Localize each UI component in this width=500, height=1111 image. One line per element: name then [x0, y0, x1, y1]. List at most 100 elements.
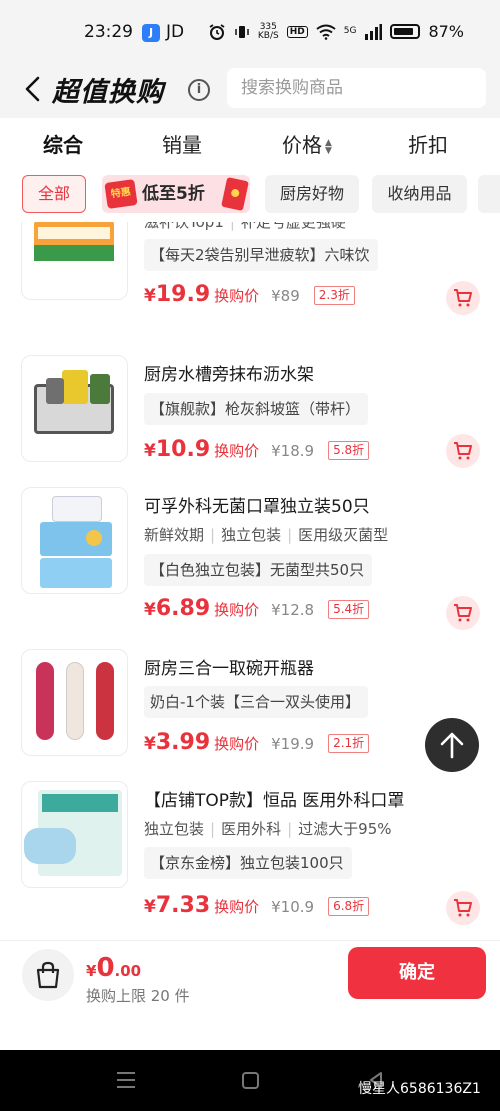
menu-icon[interactable]: [117, 1072, 135, 1088]
add-to-cart-button[interactable]: [446, 281, 480, 315]
product-tag: 独立包装: [144, 820, 205, 838]
product-tag: 医用外科: [221, 820, 282, 838]
chip-storage[interactable]: 收纳用品: [372, 175, 467, 213]
currency-symbol: ¥: [144, 286, 156, 306]
info-icon[interactable]: i: [188, 79, 210, 101]
product-image[interactable]: [21, 781, 128, 888]
hd-badge: HD: [286, 25, 308, 38]
battery-percent: 87%: [428, 22, 464, 41]
discount-badge: 6.8折: [328, 897, 370, 916]
currency-symbol: ¥: [144, 897, 156, 917]
back-to-top-button[interactable]: [425, 718, 479, 772]
network-type: 5G: [343, 26, 357, 36]
original-price: ¥19.9: [271, 735, 315, 753]
original-price: ¥12.8: [271, 601, 315, 619]
tab-discount[interactable]: 折扣: [408, 129, 448, 158]
jd-app-icon: J: [142, 24, 160, 42]
search-box[interactable]: [227, 68, 486, 108]
price-row: ¥ 19.9 换购价 ¥89 2.3折: [144, 282, 355, 307]
product-tag: 补足亏虚更强硬: [240, 222, 346, 231]
tab-sales[interactable]: 销量: [162, 129, 202, 158]
price-row: ¥ 6.89 换购价 ¥12.8 5.4折: [144, 596, 370, 621]
signal-icon: [365, 23, 383, 40]
sort-arrows-icon: ▲ ▼: [325, 137, 332, 156]
tab-comprehensive[interactable]: 综合: [43, 129, 83, 158]
back-arrow-icon[interactable]: [20, 74, 48, 104]
currency-symbol: ¥: [144, 441, 156, 461]
search-input[interactable]: [227, 68, 486, 108]
arrow-up-icon: [440, 732, 464, 759]
product-image[interactable]: [21, 487, 128, 594]
product-title[interactable]: 【店铺TOP款】恒品 医用外科口罩: [144, 786, 404, 811]
exchange-price-label: 换购价: [214, 287, 260, 305]
product-spec[interactable]: 【京东金榜】独立包装100只: [144, 847, 352, 879]
product-title[interactable]: 厨房水槽旁抹布沥水架: [144, 360, 314, 385]
price-row: ¥ 7.33 换购价 ¥10.9 6.8折: [144, 893, 370, 918]
status-app-name: JD: [166, 22, 185, 42]
product-image[interactable]: [21, 222, 128, 300]
exchange-price-label: 换购价: [214, 735, 260, 753]
alarm-icon: [209, 23, 225, 40]
bag-button[interactable]: [22, 949, 74, 1001]
price-row: ¥ 3.99 换购价 ¥19.9 2.1折: [144, 730, 370, 755]
currency-symbol: ¥: [144, 734, 156, 754]
product-tags: 独立包装 | 医用外科 | 过滤大于95%: [144, 820, 392, 838]
exchange-limit: 换购上限 20 件: [86, 987, 190, 1005]
original-price: ¥89: [271, 287, 300, 305]
product-image[interactable]: [21, 649, 128, 756]
confirm-button[interactable]: 确定: [348, 947, 486, 999]
add-to-cart-button[interactable]: [446, 434, 480, 468]
currency-symbol: ¥: [144, 600, 156, 620]
exchange-price-label: 换购价: [214, 601, 260, 619]
product-title[interactable]: 可孚外科无菌口罩独立装50只: [144, 492, 370, 517]
exchange-price: 6.89: [155, 596, 211, 621]
cart-icon: [454, 442, 472, 460]
shopping-bag-icon: [36, 961, 60, 989]
product-item[interactable]: 厨房水槽旁抹布沥水架 【旗舰款】枪灰斜坡篮（带杆） ¥ 10.9 换购价 ¥18…: [0, 355, 500, 485]
add-to-cart-button[interactable]: [446, 891, 480, 925]
promo-badge-icon: 特惠: [104, 179, 138, 209]
cart-icon: [454, 289, 472, 307]
original-price: ¥18.9: [271, 442, 315, 460]
price-row: ¥ 10.9 换购价 ¥18.9 5.8折: [144, 437, 370, 462]
product-tag: 滋补饮Top1: [144, 222, 224, 231]
product-spec[interactable]: 【旗舰款】枪灰斜坡篮（带杆）: [144, 393, 369, 425]
network-speed: 335 KB/S: [257, 22, 279, 41]
status-time: 23:29: [84, 22, 133, 42]
chip-more[interactable]: [478, 175, 500, 213]
cart-icon: [454, 899, 472, 917]
tab-price-label: 价格: [282, 133, 322, 157]
product-spec[interactable]: 奶白-1个装【三合一双头使用】: [144, 686, 368, 718]
exchange-price: 3.99: [155, 730, 211, 755]
product-tag: 过滤大于95%: [298, 820, 392, 838]
battery-icon: [390, 24, 421, 39]
product-item[interactable]: 滋补饮Top1 | 补足亏虚更强硬 【每天2袋告别早泄疲软】六味饮 ¥ 19.9 换…: [0, 222, 500, 330]
chip-kitchen[interactable]: 厨房好物: [265, 175, 359, 213]
home-icon[interactable]: [242, 1072, 259, 1089]
chip-all[interactable]: 全部: [22, 175, 86, 213]
product-spec[interactable]: 【白色独立包装】无菌型共50只: [144, 554, 373, 586]
network-speed-unit: KB/S: [257, 30, 279, 41]
add-to-cart-button[interactable]: [446, 596, 480, 630]
product-tag: 医用级灭菌型: [298, 526, 389, 544]
chip-discount-promo[interactable]: 特惠 低至5折: [102, 175, 250, 213]
chip-discount-label: 低至5折: [142, 184, 205, 204]
header: 超值换购 i: [0, 64, 500, 114]
total-price: ¥ 0 .00: [86, 953, 141, 983]
product-item[interactable]: 可孚外科无菌口罩独立装50只 新鲜效期 | 独立包装 | 医用级灭菌型 【白色独立包装】…: [0, 487, 500, 630]
tab-price[interactable]: 价格 ▲ ▼: [282, 129, 332, 158]
product-tags: 新鲜效期 | 独立包装 | 医用级灭菌型: [144, 526, 389, 544]
product-item[interactable]: 【店铺TOP款】恒品 医用外科口罩 独立包装 | 医用外科 | 过滤大于95% 【京东金…: [0, 781, 500, 925]
product-spec[interactable]: 【每天2袋告别早泄疲软】六味饮: [144, 239, 378, 271]
product-image[interactable]: [21, 355, 128, 462]
exchange-price-label: 换购价: [214, 442, 260, 460]
product-title[interactable]: 厨房三合一取碗开瓶器: [144, 654, 314, 679]
wifi-icon: [316, 24, 336, 40]
checkout-bar: ¥ 0 .00 换购上限 20 件 确定: [0, 940, 500, 1050]
system-nav-bar: 慢星人6586136Z1: [0, 1050, 500, 1111]
exchange-price: 10.9: [155, 437, 211, 462]
discount-badge: 5.8折: [328, 441, 370, 460]
discount-badge: 5.4折: [328, 600, 370, 619]
product-tag: 独立包装: [221, 526, 282, 544]
discount-badge: 2.3折: [313, 286, 355, 305]
